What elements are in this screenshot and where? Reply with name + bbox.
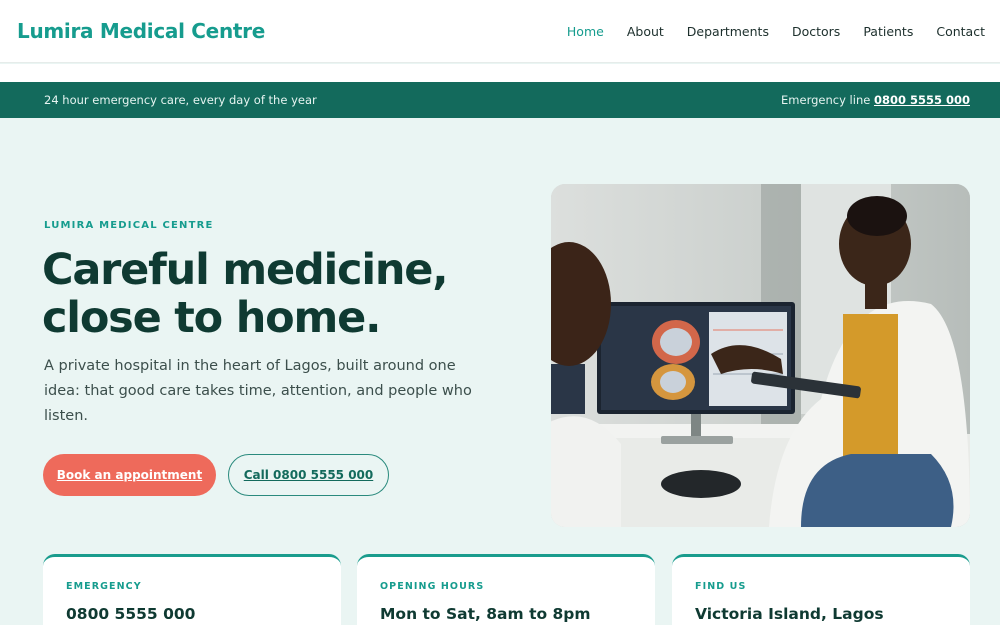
info-card-emergency: EMERGENCY 0800 5555 000 bbox=[43, 554, 341, 625]
hero-title-line-2: close to home. bbox=[42, 293, 381, 343]
hero-eyebrow: LUMIRA MEDICAL CENTRE bbox=[44, 220, 214, 231]
book-appointment-button[interactable]: Book an appointment bbox=[43, 454, 216, 496]
hero-title-line-1: Careful medicine, bbox=[42, 245, 449, 295]
emergency-tagline: 24 hour emergency care, every day of the… bbox=[44, 93, 317, 107]
nav-home[interactable]: Home bbox=[567, 24, 604, 39]
nav-patients[interactable]: Patients bbox=[863, 24, 913, 39]
emergency-line: Emergency line 0800 5555 000 bbox=[781, 93, 970, 107]
emergency-bar: 24 hour emergency care, every day of the… bbox=[0, 82, 1000, 118]
info-card-value: 0800 5555 000 bbox=[66, 605, 196, 623]
info-card-value: Victoria Island, Lagos bbox=[695, 605, 884, 623]
info-card-label: FIND US bbox=[695, 581, 747, 592]
hero-photo bbox=[551, 184, 970, 527]
doctor-consultation-illustration bbox=[551, 184, 970, 527]
emergency-line-number-link[interactable]: 0800 5555 000 bbox=[874, 93, 970, 107]
nav-departments[interactable]: Departments bbox=[687, 24, 769, 39]
nav-doctors[interactable]: Doctors bbox=[792, 24, 840, 39]
brand-logo[interactable]: Lumira Medical Centre bbox=[17, 19, 265, 43]
info-card-label: EMERGENCY bbox=[66, 581, 142, 592]
header-spacer bbox=[0, 64, 1000, 82]
call-button[interactable]: Call 0800 5555 000 bbox=[228, 454, 389, 496]
hero-title: Careful medicine, close to home. bbox=[42, 246, 512, 342]
site-header: Lumira Medical Centre Home About Departm… bbox=[0, 0, 1000, 63]
info-card-label: OPENING HOURS bbox=[380, 581, 485, 592]
hero-description: A private hospital in the heart of Lagos… bbox=[44, 358, 472, 424]
emergency-line-label: Emergency line bbox=[781, 93, 871, 107]
main-nav: Home About Departments Doctors Patients … bbox=[567, 24, 985, 39]
info-card-opening-hours: OPENING HOURS Mon to Sat, 8am to 8pm bbox=[357, 554, 655, 625]
info-card-find-us: FIND US Victoria Island, Lagos bbox=[672, 554, 970, 625]
info-cards: EMERGENCY 0800 5555 000 OPENING HOURS Mo… bbox=[43, 554, 970, 625]
nav-contact[interactable]: Contact bbox=[936, 24, 985, 39]
info-card-value: Mon to Sat, 8am to 8pm bbox=[380, 605, 591, 623]
nav-about[interactable]: About bbox=[627, 24, 664, 39]
